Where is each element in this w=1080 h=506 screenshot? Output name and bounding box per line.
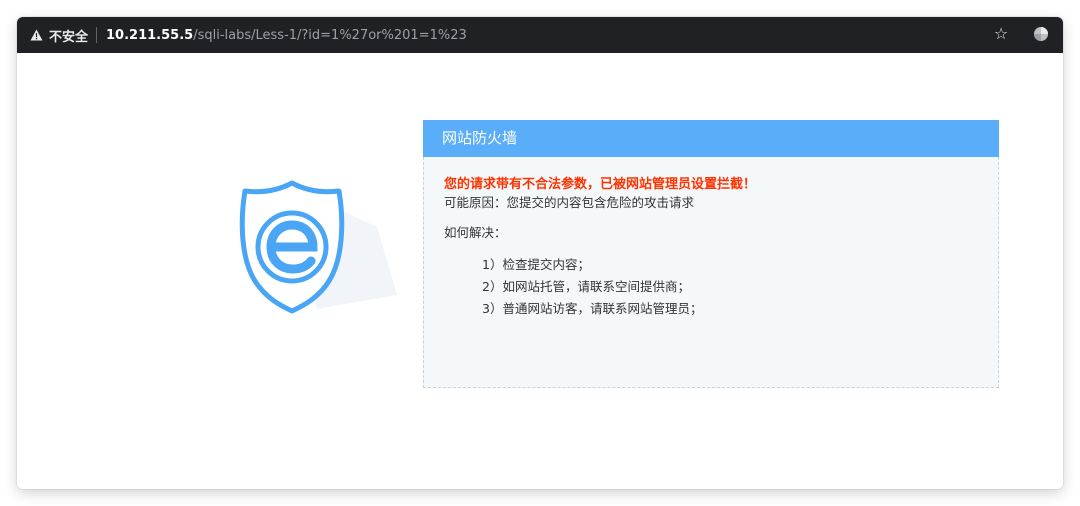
address-bar[interactable]: 不安全 10.211.55.5/sqli-labs/Less-1/?id=1%2… — [17, 17, 1063, 53]
panel-body: 您的请求带有不合法参数，已被网站管理员设置拦截！ 可能原因：您提交的内容包含危险… — [423, 157, 999, 388]
warning-icon[interactable] — [29, 28, 43, 42]
insecure-label[interactable]: 不安全 — [49, 26, 88, 45]
list-item: 1）检查提交内容； — [482, 257, 590, 272]
shield-logo-icon — [227, 177, 397, 317]
browser-window: 不安全 10.211.55.5/sqli-labs/Less-1/?id=1%2… — [17, 17, 1063, 489]
list-item: 2）如网站托管，请联系空间提供商； — [482, 279, 690, 294]
resolution-steps: 1）检查提交内容； 2）如网站托管，请联系空间提供商； 3）普通网站访客，请联系… — [444, 254, 998, 320]
url-host[interactable]: 10.211.55.5 — [106, 28, 193, 43]
profile-icon[interactable] — [1033, 26, 1049, 42]
bookmark-star-icon[interactable]: ☆ — [991, 24, 1011, 44]
how-to-resolve-label: 如何解决： — [444, 225, 507, 240]
url-path[interactable]: /sqli-labs/Less-1/?id=1%27or%201=1%23 — [193, 28, 467, 43]
omnibox[interactable]: 不安全 10.211.55.5/sqli-labs/Less-1/?id=1%2… — [29, 22, 1029, 48]
divider — [96, 27, 98, 43]
panel-title: 网站防火墙 — [423, 120, 999, 157]
waf-panel: 网站防火墙 您的请求带有不合法参数，已被网站管理员设置拦截！ 可能原因：您提交的… — [423, 120, 999, 390]
possible-reason: 可能原因：您提交的内容包含危险的攻击请求 — [444, 195, 695, 210]
page-content: 网站防火墙 您的请求带有不合法参数，已被网站管理员设置拦截！ 可能原因：您提交的… — [17, 53, 1063, 489]
list-item: 3）普通网站访客，请联系网站管理员； — [482, 301, 703, 316]
block-alert-message: 您的请求带有不合法参数，已被网站管理员设置拦截！ — [444, 177, 757, 192]
